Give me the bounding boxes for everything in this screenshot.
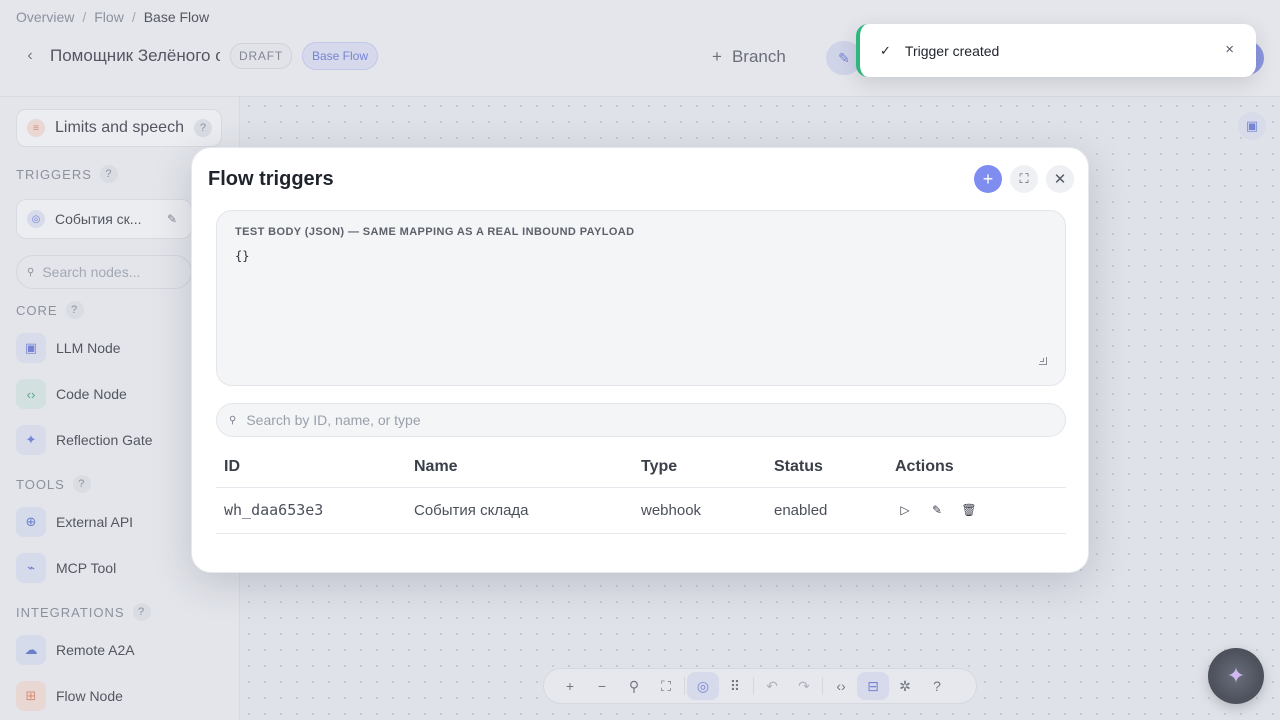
search-icon: ⚲: [229, 414, 237, 426]
table-row: wh_daa653e3 События склада webhook enabl…: [216, 487, 1066, 534]
triggers-table: ID Name Type Status Actions wh_daa653e3 …: [216, 447, 1066, 534]
edit-trigger-pencil-icon[interactable]: ✎: [927, 500, 947, 520]
test-body-label: TEST BODY (JSON) — SAME MAPPING AS A REA…: [235, 226, 635, 238]
test-body-textarea[interactable]: {}: [235, 249, 1047, 365]
test-body-panel: TEST BODY (JSON) — SAME MAPPING AS A REA…: [216, 210, 1066, 386]
column-header-type: Type: [633, 447, 766, 488]
resize-grip-icon[interactable]: [1039, 357, 1047, 365]
trigger-name: События склада: [406, 487, 633, 534]
trigger-search-field[interactable]: ⚲: [216, 403, 1066, 437]
close-icon: ✕: [1053, 171, 1067, 188]
column-header-name: Name: [406, 447, 633, 488]
trigger-search-input[interactable]: [246, 412, 1027, 428]
flow-triggers-modal: Flow triggers + ⛶ ✕ TEST BODY (JSON) — S…: [191, 147, 1089, 573]
column-header-id: ID: [216, 447, 406, 488]
table-header-row: ID Name Type Status Actions: [216, 447, 1066, 488]
modal-title: Flow triggers: [208, 168, 334, 190]
run-trigger-play-icon[interactable]: ▷: [895, 500, 915, 520]
trigger-type: webhook: [633, 487, 766, 534]
trigger-id: wh_daa653e3: [216, 487, 406, 534]
add-trigger-button[interactable]: +: [974, 165, 1002, 193]
checkmark-icon: ✓: [880, 42, 891, 58]
close-modal-button[interactable]: ✕: [1046, 165, 1074, 193]
fullscreen-button[interactable]: ⛶: [1010, 165, 1038, 193]
dismiss-toast-close-icon[interactable]: ×: [1225, 41, 1234, 58]
toast-message: Trigger created: [904, 42, 1000, 59]
delete-trigger-trash-icon[interactable]: 🗑: [959, 500, 979, 520]
trigger-actions: ▷ ✎ 🗑: [887, 487, 1066, 534]
success-toast: ✓ Trigger created ×: [856, 24, 1256, 77]
trigger-status: enabled: [766, 487, 887, 534]
plus-icon: +: [982, 168, 994, 189]
expand-icon: ⛶: [1019, 171, 1029, 186]
action-buttons: ▷ ✎ 🗑: [895, 500, 1066, 520]
column-header-actions: Actions: [887, 447, 1066, 488]
column-header-status: Status: [766, 447, 887, 488]
